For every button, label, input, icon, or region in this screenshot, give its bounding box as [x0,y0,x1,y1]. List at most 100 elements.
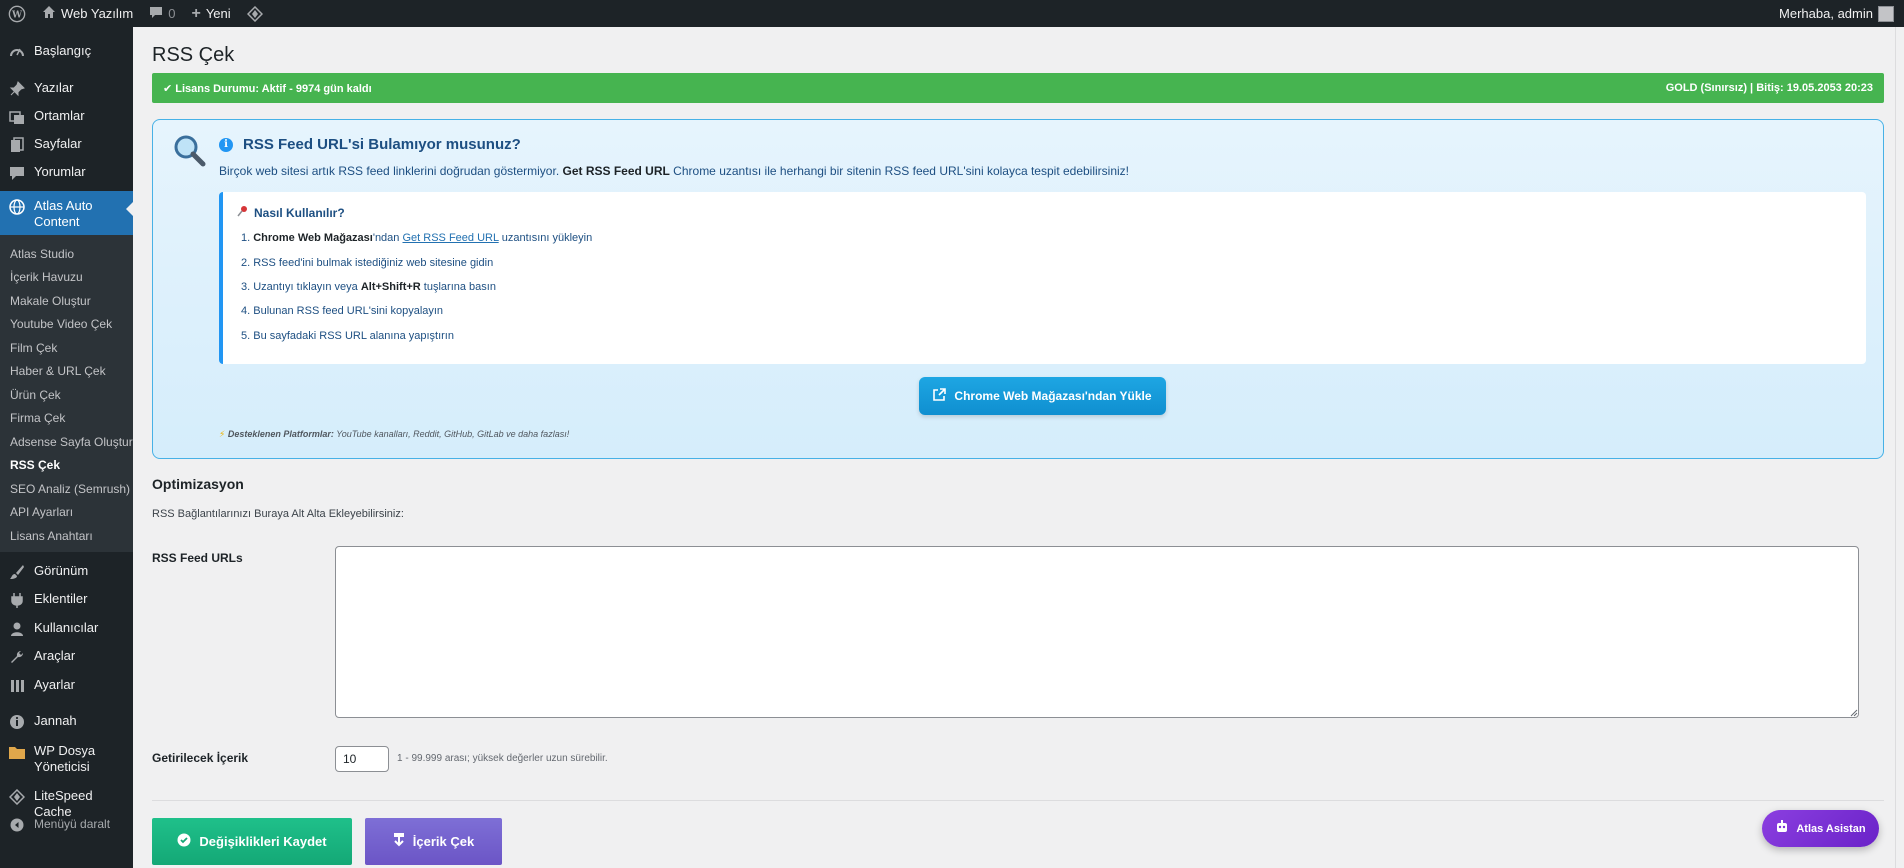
step2-text: RSS feed'ini bulmak istediğiniz web site… [253,257,494,269]
menu-label: Görünüm [34,563,89,578]
content-count-hint: 1 - 99.999 arası; yüksek değerler uzun s… [397,753,608,764]
my-account-link[interactable]: Merhaba, admin [1771,0,1904,27]
new-content-link[interactable]: + Yeni [183,0,238,27]
atlas-assistant-button[interactable]: Atlas Asistan [1762,810,1879,847]
step1-post: uzantısını yükleyin [498,232,593,244]
menu-comments[interactable]: Yorumlar [0,163,133,185]
submenu-adsense-sayfa-olustur[interactable]: Adsense Sayfa Oluştur [10,435,133,449]
step4-text: Bulunan RSS feed URL'sini kopyalayın [253,305,444,317]
diamond-icon [7,787,26,806]
menu-settings[interactable]: Ayarlar [0,676,133,698]
menu-label: Atlas Auto Content [34,198,93,229]
media-icon [7,107,26,126]
menu-pages[interactable]: Sayfalar [0,135,133,157]
supported-platforms: ⚡ Desteklenen Platformlar: YouTube kanal… [219,429,569,440]
resize-handle-icon[interactable] [1850,709,1858,717]
site-name-link[interactable]: Web Yazılım [34,0,141,27]
submenu-film-cek[interactable]: Film Çek [10,341,57,355]
collapse-menu-button[interactable]: Menüyü daralt [0,815,133,837]
scrollbar-track[interactable] [1895,27,1904,868]
step-1: 1. Chrome Web Mağazası'ndan Get RSS Feed… [241,232,593,244]
menu-plugins[interactable]: Eklentiler [0,590,133,612]
rss-urls-textarea[interactable] [335,546,1859,718]
menu-label: Menüyü daralt [34,817,111,831]
site-name: Web Yazılım [61,6,134,21]
chrome-store-button[interactable]: Chrome Web Mağazası'ndan Yükle [919,377,1166,415]
menu-litespeed-cache[interactable]: LiteSpeed Cache [0,787,133,819]
submenu-atlas-studio[interactable]: Atlas Studio [10,247,74,261]
pin-icon [7,79,26,98]
menu-label: Kullanıcılar [34,620,99,635]
license-plan: GOLD (Sınırsız) | Bitiş: 19.05.2053 20:2… [1665,82,1873,94]
save-changes-label: Değişiklikleri Kaydet [199,834,327,849]
step1-mid: 'ndan [372,232,403,244]
how-to-box: Nasıl Kullanılır? 1. Chrome Web Mağazası… [219,192,1866,364]
svg-text:W: W [11,10,23,20]
help-heading-text: RSS Feed URL'si Bulamıyor musunuz? [243,136,521,153]
comment-icon [149,6,163,22]
submenu-makale-olustur[interactable]: Makale Oluştur [10,294,91,308]
how-to-title: Nasıl Kullanılır? [237,205,345,220]
submenu-youtube-video-cek[interactable]: Youtube Video Çek [10,317,112,331]
plugin-icon [7,590,26,609]
save-changes-button[interactable]: Değişiklikleri Kaydet [152,818,352,865]
settings-icon [7,676,26,695]
comments-link[interactable]: 0 [141,0,183,27]
submenu-seo-analiz[interactable]: SEO Analiz (Semrush) [10,482,130,496]
help-description: Birçok web sitesi artık RSS feed linkler… [219,164,1129,178]
fetch-content-button[interactable]: İçerik Çek [365,818,502,865]
menu-label: Jannah [34,713,77,728]
chrome-store-button-label: Chrome Web Mağazası'ndan Yükle [954,389,1152,403]
litespeed-icon[interactable] [239,0,271,27]
step3-pre: Uzantıyı tıklayın veya [253,281,361,293]
submenu-urun-cek[interactable]: Ürün Çek [10,388,61,402]
brush-icon [7,562,26,581]
menu-posts[interactable]: Yazılar [0,79,133,101]
atlas-submenu: Atlas Studio İçerik Havuzu Makale Oluştu… [0,235,133,552]
submenu-rss-cek[interactable]: RSS Çek [10,458,60,472]
menu-label: Yorumlar [34,164,86,179]
platforms-label: Desteklenen Platformlar: [227,429,334,439]
submenu-haber-url-cek[interactable]: Haber & URL Çek [10,364,106,378]
submenu-firma-cek[interactable]: Firma Çek [10,411,65,425]
menu-dashboard[interactable]: Başlangıç [0,42,133,64]
wordpress-logo-icon[interactable]: W [0,0,34,27]
menu-users[interactable]: Kullanıcılar [0,619,133,641]
folder-icon [7,742,26,761]
divider [152,800,1884,801]
submenu-lisans-anahtari[interactable]: Lisans Anahtarı [10,529,93,543]
admin-bar: W Web Yazılım 0 + Yeni Merhaba, admin [0,0,1904,27]
step-5: 5. Bu sayfadaki RSS URL alanına yapıştır… [241,330,454,342]
greeting: Merhaba, admin [1779,6,1873,21]
lightning-icon: ⚡ [219,429,226,439]
menu-jannah[interactable]: Jannah [0,712,133,734]
dashboard-icon [7,42,26,61]
help-heading: i RSS Feed URL'si Bulamıyor musunuz? [219,136,521,153]
menu-media[interactable]: Ortamlar [0,107,133,129]
magnifier-icon [173,134,207,168]
menu-wp-file-manager[interactable]: WP Dosya Yöneticisi [0,742,133,776]
menu-tools[interactable]: Araçlar [0,647,133,669]
menu-atlas-auto-content[interactable]: Atlas Auto Content [0,191,133,235]
step-3: 3. Uzantıyı tıklayın veya Alt+Shift+R tu… [241,281,496,293]
avatar [1878,5,1894,22]
submenu-icerik-havuzu[interactable]: İçerik Havuzu [10,270,83,284]
wrench-icon [7,647,26,666]
menu-appearance[interactable]: Görünüm [0,562,133,584]
step-4: 4. Bulunan RSS feed URL'sini kopyalayın [241,305,444,317]
section-description: RSS Bağlantılarınızı Buraya Alt Alta Ekl… [152,508,404,520]
menu-label: WP Dosya Yöneticisi [34,743,96,774]
collapse-icon [7,815,26,834]
platforms-text: YouTube kanalları, Reddit, GitHub, GitLa… [333,429,570,439]
robot-icon [1775,820,1789,837]
menu-label: Sayfalar [34,136,82,151]
submenu-api-ayarlari[interactable]: API Ayarları [10,505,73,519]
how-to-title-text: Nasıl Kullanılır? [254,205,345,220]
comments-count: 0 [168,6,176,21]
rss-help-box: i RSS Feed URL'si Bulamıyor musunuz? Bir… [152,119,1884,459]
get-rss-feed-url-link[interactable]: Get RSS Feed URL [402,232,498,244]
content-count-label: Getirilecek İçerik [152,751,249,765]
section-title: Optimizasyon [152,476,244,492]
desc-bold: Get RSS Feed URL [562,164,670,178]
content-count-input[interactable]: 10 [335,746,389,772]
